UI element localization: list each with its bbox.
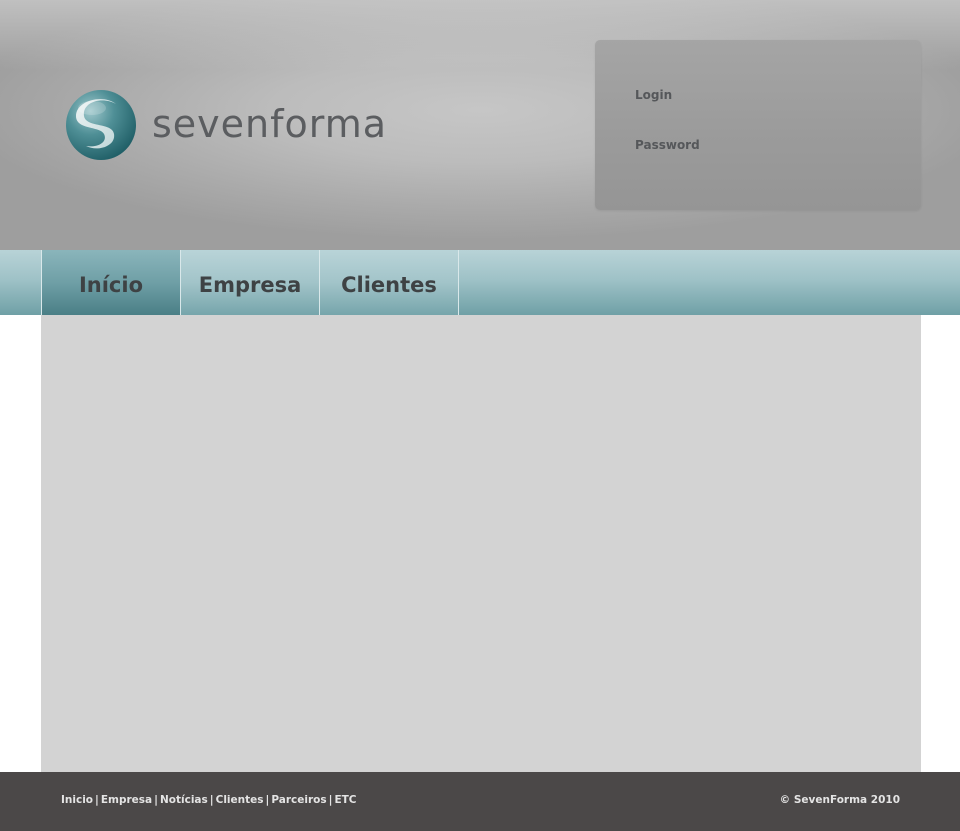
footer-separator: | xyxy=(95,794,99,806)
footer-link-empresa[interactable]: Empresa xyxy=(101,794,152,806)
brand-wordmark: sevenforma xyxy=(152,102,388,146)
footer-link-noticias[interactable]: Notícias xyxy=(160,794,208,806)
nav-tab-label: Empresa xyxy=(198,272,302,297)
brand-logo[interactable]: sevenforma xyxy=(64,88,424,162)
page-footer: Inicio | Empresa | Notícias | Clientes | Parceir… xyxy=(0,772,960,831)
nav-tab-inicio[interactable]: Início xyxy=(41,250,180,315)
nav-tab-clientes[interactable]: Clientes xyxy=(319,250,459,315)
content-area xyxy=(41,315,921,772)
nav-tab-label: Início xyxy=(78,272,144,297)
footer-link-parceiros[interactable]: Parceiros xyxy=(271,794,326,806)
page-header: sevenforma Login Password xyxy=(0,0,960,250)
footer-separator: | xyxy=(209,794,214,806)
footer-links: Inicio | Empresa | Notícias | Clientes | Parceir… xyxy=(61,794,357,806)
footer-link-inicio[interactable]: Inicio xyxy=(61,794,93,806)
nav-tab-label: Clientes xyxy=(341,272,437,297)
footer-separator: | xyxy=(154,794,158,806)
footer-link-clientes[interactable]: Clientes xyxy=(216,794,264,806)
login-panel: Login Password xyxy=(595,40,921,210)
password-label: Password xyxy=(635,138,700,152)
login-label: Login xyxy=(635,88,673,102)
copyright-text: © SevenForma 2010 xyxy=(779,794,900,806)
sevenforma-logo-icon xyxy=(66,90,136,160)
main-navigation: Início Empresa Clientes xyxy=(0,250,960,315)
nav-tab-empresa[interactable]: Empresa xyxy=(180,250,319,315)
footer-link-etc[interactable]: ETC xyxy=(334,794,356,806)
